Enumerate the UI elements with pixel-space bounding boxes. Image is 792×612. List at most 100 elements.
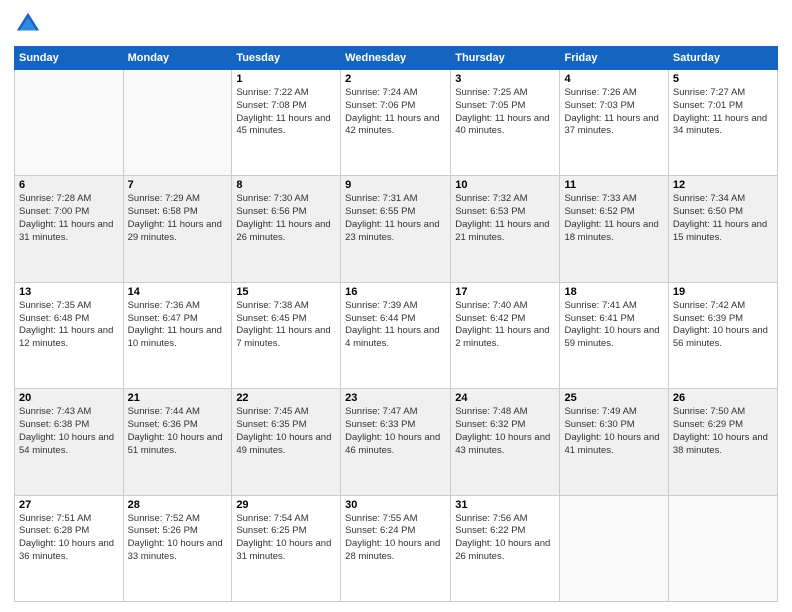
day-info: Sunrise: 7:39 AMSunset: 6:44 PMDaylight:… <box>345 300 446 351</box>
calendar-day-cell: 20 Sunrise: 7:43 AMSunset: 6:38 PMDayligh… <box>15 389 124 495</box>
calendar-day-cell: 9 Sunrise: 7:31 AMSunset: 6:55 PMDaylight… <box>341 176 451 282</box>
calendar-day-cell: 24 Sunrise: 7:48 AMSunset: 6:32 PMDayligh… <box>451 389 560 495</box>
day-info: Sunrise: 7:31 AMSunset: 6:55 PMDaylight:… <box>345 193 446 244</box>
calendar-week-row: 20 Sunrise: 7:43 AMSunset: 6:38 PMDayligh… <box>15 389 778 495</box>
day-info: Sunrise: 7:43 AMSunset: 6:38 PMDaylight:… <box>19 406 119 457</box>
page: SundayMondayTuesdayWednesdayThursdayFrid… <box>0 0 792 612</box>
day-info: Sunrise: 7:42 AMSunset: 6:39 PMDaylight:… <box>673 300 773 351</box>
day-info: Sunrise: 7:36 AMSunset: 6:47 PMDaylight:… <box>128 300 228 351</box>
day-number: 25 <box>564 392 663 404</box>
day-info: Sunrise: 7:34 AMSunset: 6:50 PMDaylight:… <box>673 193 773 244</box>
calendar-day-cell: 19 Sunrise: 7:42 AMSunset: 6:39 PMDayligh… <box>668 282 777 388</box>
day-info: Sunrise: 7:25 AMSunset: 7:05 PMDaylight:… <box>455 87 555 138</box>
day-number: 28 <box>128 499 228 511</box>
day-info: Sunrise: 7:49 AMSunset: 6:30 PMDaylight:… <box>564 406 663 457</box>
calendar-day-cell: 14Sunrise: 7:36 AMSunset: 6:47 PMDayligh… <box>123 282 232 388</box>
day-number: 27 <box>19 499 119 511</box>
day-number: 16 <box>345 286 446 298</box>
calendar-day-cell: 4Sunrise: 7:26 AMSunset: 7:03 PMDaylight… <box>560 70 668 176</box>
day-number: 5 <box>673 73 773 85</box>
calendar-day-cell: 29 Sunrise: 7:54 AMSunset: 6:25 PMDayligh… <box>232 495 341 601</box>
calendar-day-cell: 10 Sunrise: 7:32 AMSunset: 6:53 PMDayligh… <box>451 176 560 282</box>
day-number: 8 <box>236 179 336 191</box>
calendar-day-cell: 27Sunrise: 7:51 AMSunset: 6:28 PMDayligh… <box>15 495 124 601</box>
calendar-day-cell: 25 Sunrise: 7:49 AMSunset: 6:30 PMDayligh… <box>560 389 668 495</box>
day-number: 13 <box>19 286 119 298</box>
day-number: 10 <box>455 179 555 191</box>
logo-icon <box>14 10 42 38</box>
day-info: Sunrise: 7:30 AMSunset: 6:56 PMDaylight:… <box>236 193 336 244</box>
day-info: Sunrise: 7:41 AMSunset: 6:41 PMDaylight:… <box>564 300 663 351</box>
day-info: Sunrise: 7:26 AMSunset: 7:03 PMDaylight:… <box>564 87 663 138</box>
calendar-day-cell: 23 Sunrise: 7:47 AMSunset: 6:33 PMDayligh… <box>341 389 451 495</box>
day-number: 12 <box>673 179 773 191</box>
calendar-week-row: 6 Sunrise: 7:28 AMSunset: 7:00 PMDaylight… <box>15 176 778 282</box>
day-info: Sunrise: 7:47 AMSunset: 6:33 PMDaylight:… <box>345 406 446 457</box>
day-info: Sunrise: 7:50 AMSunset: 6:29 PMDaylight:… <box>673 406 773 457</box>
day-info: Sunrise: 7:56 AMSunset: 6:22 PMDaylight:… <box>455 513 555 564</box>
day-number: 19 <box>673 286 773 298</box>
day-info: Sunrise: 7:48 AMSunset: 6:32 PMDaylight:… <box>455 406 555 457</box>
day-number: 9 <box>345 179 446 191</box>
day-number: 31 <box>455 499 555 511</box>
calendar-table: SundayMondayTuesdayWednesdayThursdayFrid… <box>14 46 778 602</box>
day-info: Sunrise: 7:54 AMSunset: 6:25 PMDaylight:… <box>236 513 336 564</box>
day-number: 6 <box>19 179 119 191</box>
header <box>14 10 778 38</box>
calendar-day-cell: 13 Sunrise: 7:35 AMSunset: 6:48 PMDayligh… <box>15 282 124 388</box>
calendar-day-cell: 11Sunrise: 7:33 AMSunset: 6:52 PMDayligh… <box>560 176 668 282</box>
calendar-day-cell <box>560 495 668 601</box>
day-info: Sunrise: 7:40 AMSunset: 6:42 PMDaylight:… <box>455 300 555 351</box>
weekday-header-monday: Monday <box>123 47 232 70</box>
day-number: 26 <box>673 392 773 404</box>
calendar-day-cell <box>123 70 232 176</box>
calendar-day-cell: 7Sunrise: 7:29 AMSunset: 6:58 PMDaylight… <box>123 176 232 282</box>
day-number: 2 <box>345 73 446 85</box>
calendar-day-cell: 16 Sunrise: 7:39 AMSunset: 6:44 PMDayligh… <box>341 282 451 388</box>
weekday-header-tuesday: Tuesday <box>232 47 341 70</box>
calendar-day-cell: 3 Sunrise: 7:25 AMSunset: 7:05 PMDaylight… <box>451 70 560 176</box>
weekday-header-sunday: Sunday <box>15 47 124 70</box>
calendar-day-cell: 18 Sunrise: 7:41 AMSunset: 6:41 PMDayligh… <box>560 282 668 388</box>
calendar-day-cell: 6 Sunrise: 7:28 AMSunset: 7:00 PMDaylight… <box>15 176 124 282</box>
day-number: 17 <box>455 286 555 298</box>
calendar-day-cell: 21Sunrise: 7:44 AMSunset: 6:36 PMDayligh… <box>123 389 232 495</box>
day-info: Sunrise: 7:28 AMSunset: 7:00 PMDaylight:… <box>19 193 119 244</box>
day-info: Sunrise: 7:35 AMSunset: 6:48 PMDaylight:… <box>19 300 119 351</box>
weekday-header-saturday: Saturday <box>668 47 777 70</box>
day-number: 3 <box>455 73 555 85</box>
day-info: Sunrise: 7:24 AMSunset: 7:06 PMDaylight:… <box>345 87 446 138</box>
day-info: Sunrise: 7:55 AMSunset: 6:24 PMDaylight:… <box>345 513 446 564</box>
day-number: 20 <box>19 392 119 404</box>
calendar-day-cell: 30 Sunrise: 7:55 AMSunset: 6:24 PMDayligh… <box>341 495 451 601</box>
calendar-day-cell: 17 Sunrise: 7:40 AMSunset: 6:42 PMDayligh… <box>451 282 560 388</box>
day-number: 21 <box>128 392 228 404</box>
calendar-week-row: 27Sunrise: 7:51 AMSunset: 6:28 PMDayligh… <box>15 495 778 601</box>
weekday-header-row: SundayMondayTuesdayWednesdayThursdayFrid… <box>15 47 778 70</box>
calendar-day-cell: 26 Sunrise: 7:50 AMSunset: 6:29 PMDayligh… <box>668 389 777 495</box>
day-info: Sunrise: 7:52 AMSunset: 5:26 PMDaylight:… <box>128 513 228 564</box>
weekday-header-friday: Friday <box>560 47 668 70</box>
day-info: Sunrise: 7:38 AMSunset: 6:45 PMDaylight:… <box>236 300 336 351</box>
calendar-day-cell: 8 Sunrise: 7:30 AMSunset: 6:56 PMDaylight… <box>232 176 341 282</box>
calendar-day-cell: 28 Sunrise: 7:52 AMSunset: 5:26 PMDayligh… <box>123 495 232 601</box>
weekday-header-wednesday: Wednesday <box>341 47 451 70</box>
day-info: Sunrise: 7:22 AMSunset: 7:08 PMDaylight:… <box>236 87 336 138</box>
day-number: 29 <box>236 499 336 511</box>
logo <box>14 10 46 38</box>
calendar-day-cell <box>668 495 777 601</box>
calendar-week-row: 13 Sunrise: 7:35 AMSunset: 6:48 PMDayligh… <box>15 282 778 388</box>
day-number: 23 <box>345 392 446 404</box>
day-number: 1 <box>236 73 336 85</box>
calendar-day-cell: 2 Sunrise: 7:24 AMSunset: 7:06 PMDaylight… <box>341 70 451 176</box>
day-info: Sunrise: 7:27 AMSunset: 7:01 PMDaylight:… <box>673 87 773 138</box>
day-number: 18 <box>564 286 663 298</box>
calendar-day-cell: 5 Sunrise: 7:27 AMSunset: 7:01 PMDaylight… <box>668 70 777 176</box>
day-number: 30 <box>345 499 446 511</box>
day-info: Sunrise: 7:45 AMSunset: 6:35 PMDaylight:… <box>236 406 336 457</box>
day-number: 7 <box>128 179 228 191</box>
day-info: Sunrise: 7:33 AMSunset: 6:52 PMDaylight:… <box>564 193 663 244</box>
day-info: Sunrise: 7:32 AMSunset: 6:53 PMDaylight:… <box>455 193 555 244</box>
calendar-day-cell <box>15 70 124 176</box>
day-number: 24 <box>455 392 555 404</box>
